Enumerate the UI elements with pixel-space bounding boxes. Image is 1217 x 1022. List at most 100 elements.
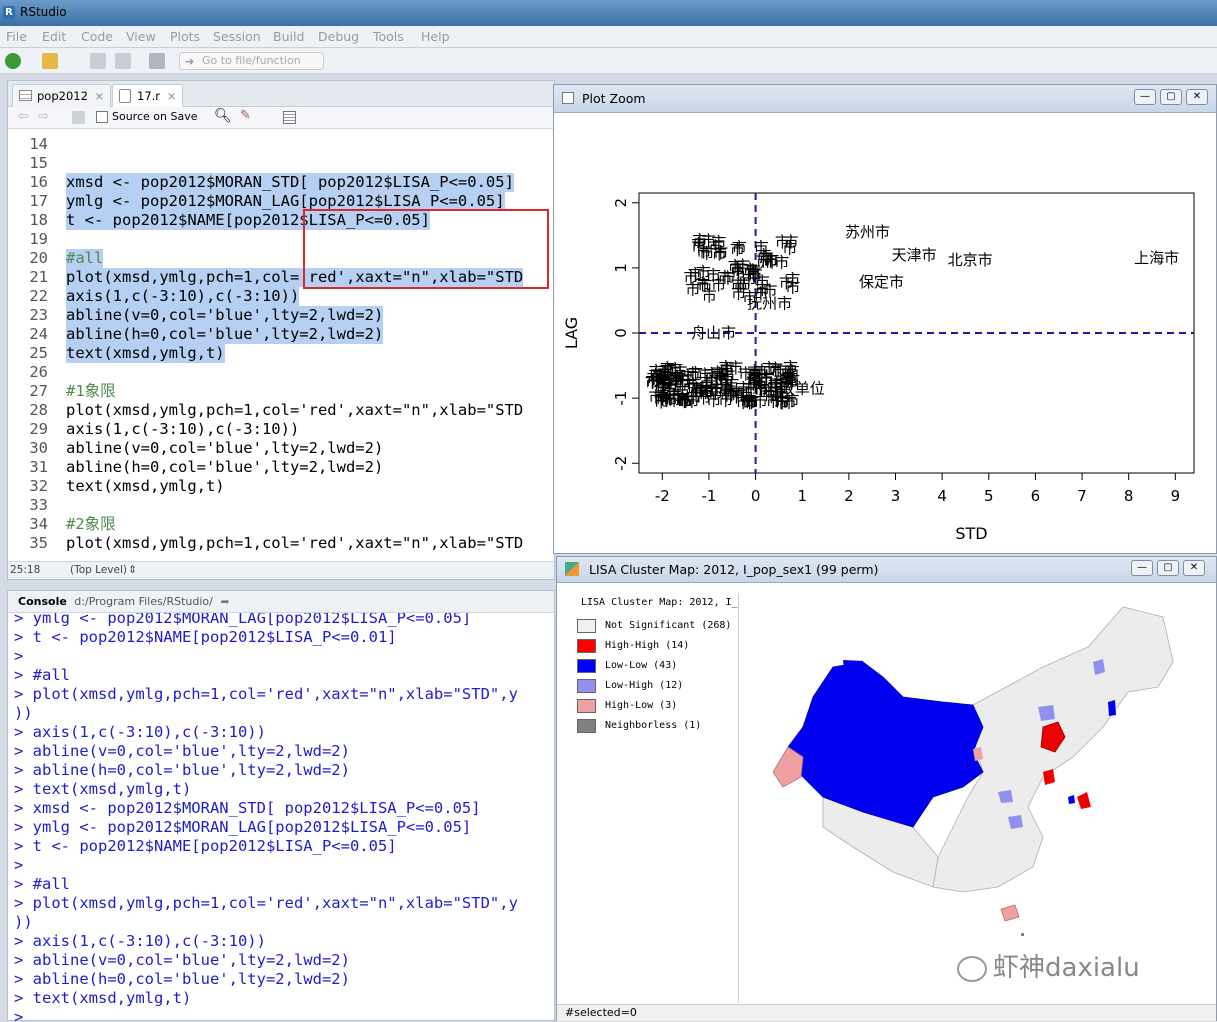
code-line[interactable]: 25 text(xmsd,ymlg,t) [8, 344, 554, 363]
line-number: 30 [29, 439, 48, 457]
lisa-status-bar: #selected=0 [557, 1004, 1216, 1021]
line-number: 25 [29, 344, 48, 362]
point-label: 市 [731, 264, 746, 282]
new-file-icon[interactable] [5, 53, 21, 69]
y-tick-label: 2 [612, 198, 630, 208]
code-editor[interactable]: 14 15 16 xmsd <- pop2012$MORAN_STD[ pop2012… [8, 129, 554, 559]
code-text: abline(h=0,col='blue',lty=2,lwd=2) [66, 325, 384, 344]
code-line[interactable]: 24 abline(h=0,col='blue',lty=2,lwd=2) [8, 325, 554, 344]
code-line[interactable]: 35 plot(xmsd,ymlg,pch=1,col='red',xaxt="n… [8, 534, 554, 553]
code-line[interactable]: 31 abline(h=0,col='blue',lty=2,lwd=2) [8, 458, 554, 477]
x-tick-label: -2 [655, 487, 670, 505]
print-icon[interactable] [149, 53, 165, 69]
console-output[interactable]: > ymlg <- pop2012$MORAN_LAG[pop2012$LISA… [8, 613, 554, 1022]
forward-arrow-icon[interactable]: ⇨ [38, 109, 49, 124]
console-line: > ymlg <- pop2012$MORAN_LAG[pop2012$LISA… [14, 818, 472, 836]
code-line[interactable]: 23 abline(v=0,col='blue',lty=2,lwd=2) [8, 306, 554, 325]
menu-build[interactable]: Build [273, 29, 304, 44]
wechat-icon [957, 955, 987, 982]
maximize-button[interactable]: ▢ [1160, 89, 1182, 105]
code-text: #1象限 [66, 382, 116, 400]
menu-session[interactable]: Session [213, 29, 261, 44]
legend-label: Low-Low (43) [605, 660, 678, 671]
console-line: > [14, 1008, 24, 1022]
goto-file-input[interactable]: ➜ Go to file/function [179, 52, 324, 70]
line-number: 14 [29, 135, 48, 153]
chevron-updown-icon[interactable]: ⇕ [128, 564, 137, 576]
code-line[interactable]: 30 abline(v=0,col='blue',lty=2,lwd=2) [8, 439, 554, 458]
code-line[interactable]: 15 [8, 154, 554, 173]
minimize-button[interactable]: — [1134, 89, 1156, 105]
region-low-low-east[interactable] [1108, 700, 1116, 716]
save-icon[interactable] [90, 53, 106, 69]
tab-17r[interactable]: 17.r × [112, 84, 184, 107]
search-icon[interactable]: 🔍︎ [214, 108, 232, 124]
point-label: 市 [708, 384, 723, 402]
code-line[interactable]: 26 [8, 363, 554, 382]
menu-debug[interactable]: Debug [318, 29, 359, 44]
minimize-button[interactable]: — [1131, 560, 1153, 576]
region-high-high-shanghai[interactable] [1077, 792, 1091, 809]
source-editor-pane: pop2012 × 17.r × ⇦ ⇨ Source on Save 🔍︎ ✎… [7, 80, 555, 580]
code-line[interactable]: 14 [8, 135, 554, 154]
r-script-icon [119, 89, 131, 103]
watermark-text: 虾神daxialu [993, 953, 1140, 983]
menu-edit[interactable]: Edit [42, 29, 66, 44]
region-low-low-east-2[interactable] [1068, 795, 1075, 804]
close-icon[interactable]: × [95, 89, 105, 103]
region-low-low[interactable] [787, 661, 984, 828]
console-line: > [14, 647, 24, 665]
point-label: 市 [711, 234, 726, 252]
code-line[interactable]: 34 #2象限 [8, 515, 554, 534]
region-hainan[interactable] [1000, 904, 1020, 922]
y-axis-label: LAG [562, 317, 581, 349]
code-text: #2象限 [66, 515, 116, 533]
y-tick-label: -2 [612, 456, 630, 471]
console-title: Console [18, 595, 67, 608]
back-arrow-icon[interactable]: ⇦ [18, 109, 29, 124]
code-line[interactable]: 16 xmsd <- pop2012$MORAN_STD[ pop2012$LIS… [8, 173, 554, 192]
code-line[interactable]: 28 plot(xmsd,ymlg,pch=1,col='red',xaxt="n… [8, 401, 554, 420]
line-number: 26 [29, 363, 48, 381]
line-number: 28 [29, 401, 48, 419]
region-low-high-1[interactable] [1038, 705, 1055, 721]
code-line[interactable]: 32 text(xmsd,ymlg,t) [8, 477, 554, 496]
china-map[interactable] [743, 587, 1213, 1002]
close-icon[interactable]: × [167, 89, 177, 103]
scope-selector[interactable]: (Top Level) [70, 564, 127, 576]
menu-file[interactable]: File [6, 29, 27, 44]
x-tick-label: 8 [1124, 487, 1134, 505]
open-folder-icon[interactable] [42, 53, 58, 69]
close-button[interactable]: ✕ [1183, 560, 1205, 576]
save-icon[interactable] [72, 111, 85, 124]
code-line[interactable]: 22 axis(1,c(-3:10),c(-3:10)) [8, 287, 554, 306]
point-label: 市 [719, 358, 734, 376]
menu-tools[interactable]: Tools [373, 29, 404, 44]
outline-icon[interactable] [283, 111, 296, 124]
magic-wand-icon[interactable]: ✎ [240, 108, 251, 123]
menu-help[interactable]: Help [421, 29, 450, 44]
goto-placeholder: Go to file/function [202, 54, 301, 67]
save-all-icon[interactable] [115, 53, 131, 69]
code-line[interactable]: 27 #1象限 [8, 382, 554, 401]
point-label: 市 [747, 366, 762, 384]
code-line[interactable]: 33 [8, 496, 554, 515]
line-number: 29 [29, 420, 48, 438]
legend-swatch [577, 699, 596, 713]
menu-view[interactable]: View [126, 29, 156, 44]
goto-dir-icon[interactable]: ➦ [220, 595, 229, 608]
menu-plots[interactable]: Plots [170, 29, 200, 44]
line-number: 27 [29, 382, 48, 400]
menu-code[interactable]: Code [81, 29, 113, 44]
console-line: )) [14, 704, 33, 722]
point-label: 州市 [759, 254, 789, 272]
line-number: 24 [29, 325, 48, 343]
code-line[interactable]: 29 axis(1,c(-3:10),c(-3:10)) [8, 420, 554, 439]
source-on-save-checkbox[interactable] [96, 111, 108, 123]
lisa-titlebar: LISA Cluster Map: 2012, I_pop_sex1 (99 p… [557, 557, 1216, 583]
region-neighborless[interactable] [1021, 933, 1024, 936]
legend-label: High-Low (3) [605, 700, 678, 711]
maximize-button[interactable]: ▢ [1157, 560, 1179, 576]
close-button[interactable]: ✕ [1186, 89, 1208, 105]
tab-pop2012[interactable]: pop2012 × [12, 84, 112, 107]
